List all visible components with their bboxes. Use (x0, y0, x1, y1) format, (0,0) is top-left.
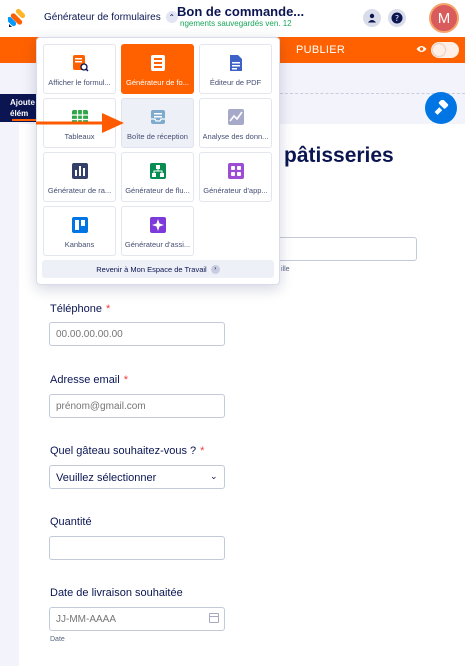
date-label: Date de livraison souhaitée (50, 587, 183, 599)
name-last-sublabel: ille (281, 266, 290, 273)
name-last-input[interactable] (260, 237, 417, 261)
preview-toggle[interactable] (431, 42, 459, 58)
preview-eye-icon[interactable] (416, 45, 427, 53)
inbox-icon (149, 108, 167, 126)
chevron-down-icon: ⌄ (210, 471, 218, 481)
form-view-icon (71, 54, 89, 72)
form-heading[interactable]: pâtisseries (284, 144, 394, 168)
email-label: Adresse email * (50, 374, 128, 386)
email-label-text: Adresse email (50, 374, 120, 386)
product-label: Analyse des donn... (202, 132, 269, 141)
product-label: Boîte de réception (127, 132, 188, 141)
product-tile-ai-agent-builder[interactable]: Générateur d'assi... (121, 206, 194, 256)
product-tile-app-builder[interactable]: Générateur d'app... (199, 152, 272, 202)
help-icon: ? (391, 12, 403, 24)
phone-input[interactable] (49, 322, 225, 346)
product-switcher-panel: Afficher le formul... Générateur de fo..… (36, 37, 280, 285)
product-label: Afficher le formul... (48, 78, 111, 87)
paint-roller-icon (434, 100, 449, 115)
product-label: Kanbans (64, 240, 95, 249)
jotform-logo-icon[interactable] (8, 7, 28, 29)
product-label: Éditeur de PDF (209, 78, 262, 87)
pdf-editor-icon (227, 54, 245, 72)
product-label: Générateur d'assi... (124, 240, 191, 249)
form-builder-icon (149, 54, 167, 72)
tab-publish[interactable]: PUBLIER (296, 44, 345, 56)
product-label: Générateur d'app... (203, 186, 268, 195)
product-tile-form-view[interactable]: Afficher le formul... (43, 44, 116, 94)
save-status: ngements sauvegardés ven. 12 (180, 19, 292, 28)
product-tile-workflow-builder[interactable]: Générateur de flu... (121, 152, 194, 202)
chevron-up-icon: ⌃ (165, 11, 178, 23)
product-tile-inbox[interactable]: Boîte de réception (121, 98, 194, 148)
product-tile-analytics[interactable]: Analyse des donn... (199, 98, 272, 148)
annotation-arrow-icon (36, 113, 124, 133)
product-tile-report-builder[interactable]: Générateur de ra... (43, 152, 116, 202)
cake-select[interactable]: Veuillez sélectionner (49, 465, 225, 489)
app-switcher-label: Générateur de formulaires (44, 11, 161, 23)
product-label: Générateur de fo... (126, 78, 189, 87)
add-element-underline (12, 119, 36, 121)
form-designer-button[interactable] (425, 92, 457, 124)
email-input[interactable] (49, 394, 225, 418)
help-button[interactable]: ? (388, 9, 406, 27)
share-user-button[interactable] (363, 9, 381, 27)
date-sublabel: Date (50, 636, 65, 643)
user-icon (368, 13, 376, 23)
product-tile-form-builder[interactable]: Générateur de fo... (121, 44, 194, 94)
avatar[interactable]: M (429, 3, 459, 33)
add-element-tab[interactable]: Ajoute élém (0, 94, 36, 122)
kanban-icon (71, 216, 89, 234)
phone-label-text: Téléphone (50, 303, 102, 315)
top-bar: Générateur de formulaires ⌃ Bon de comma… (0, 0, 465, 37)
product-label: Générateur de flu... (125, 186, 190, 195)
quantity-label: Quantité (50, 516, 92, 528)
app-switcher[interactable]: Générateur de formulaires ⌃ (44, 11, 178, 23)
product-tile-kanban[interactable]: Kanbans (43, 206, 116, 256)
form-title[interactable]: Bon de commande... (177, 4, 304, 19)
cake-label-text: Quel gâteau souhaitez-vous ? (50, 445, 197, 457)
ai-agent-builder-icon (149, 216, 167, 234)
add-element-label-line1: Ajoute (10, 98, 35, 107)
product-tile-pdf-editor[interactable]: Éditeur de PDF (199, 44, 272, 94)
product-label: Générateur de ra... (47, 186, 112, 195)
back-to-workspace-label: Revenir à Mon Espace de Travail (96, 264, 207, 274)
date-input[interactable] (49, 607, 225, 631)
add-element-label-line2: élém (10, 109, 29, 118)
quantity-input[interactable] (49, 536, 225, 560)
required-mark: * (123, 374, 128, 386)
cake-select-value: Veuillez sélectionner (56, 472, 157, 484)
svg-text:?: ? (395, 14, 399, 23)
chevron-right-icon: › (210, 264, 220, 274)
cake-label: Quel gâteau souhaitez-vous ? * (50, 445, 204, 457)
workflow-builder-icon (149, 162, 167, 180)
analytics-icon (227, 108, 245, 126)
back-to-workspace-button[interactable]: Revenir à Mon Espace de Travail › (42, 260, 274, 278)
phone-label: Téléphone * (50, 303, 110, 315)
required-mark: * (106, 303, 111, 315)
app-builder-icon (227, 162, 245, 180)
calendar-icon[interactable] (209, 613, 219, 623)
report-builder-icon (71, 162, 89, 180)
required-mark: * (200, 445, 205, 457)
